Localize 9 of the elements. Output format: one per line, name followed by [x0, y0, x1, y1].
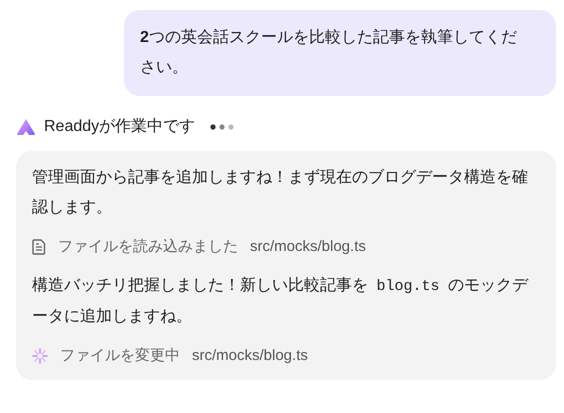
agent-status-text: Readdyが作業中です — [44, 116, 196, 137]
user-message-bubble: 2つの英会話スクールを比較した記事を執筆してください。 — [124, 10, 556, 96]
message-text: 管理画面から記事を追加しますね！まず現在のブログデータ構造を確認します。 — [32, 168, 529, 218]
file-path: src/mocks/blog.ts — [192, 346, 308, 366]
message-text: 構造バッチリ把握しました！新しい比較記事を blog.ts のモックデータに追加しますね。 — [32, 276, 530, 327]
file-path: src/mocks/blog.ts — [250, 236, 366, 257]
action-label: ファイルを変更中 — [60, 346, 180, 366]
logo-icon — [16, 118, 36, 136]
action-label: ファイルを読み込みました — [58, 236, 238, 257]
